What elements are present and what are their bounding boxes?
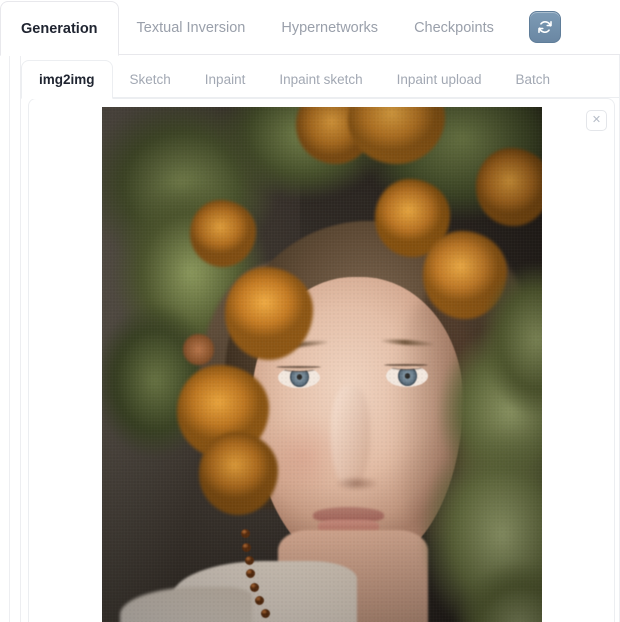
nose: [330, 385, 371, 489]
portrait-photo: [102, 107, 542, 622]
necklace-bead: [261, 608, 271, 618]
eye-left: [278, 366, 320, 389]
image-drop-panel[interactable]: [28, 98, 615, 622]
refresh-button[interactable]: [529, 11, 561, 43]
necklace-bead: [245, 555, 254, 565]
refresh-icon: [536, 18, 554, 36]
close-icon: ✕: [591, 114, 602, 126]
flower-right-3: [476, 148, 542, 226]
img2img-app: Generation Textual Inversion Hypernetwor…: [0, 0, 620, 622]
tab-checkpoints[interactable]: Checkpoints: [396, 1, 512, 55]
sub-tab-bar: img2img Sketch Inpaint Inpaint sketch In…: [21, 60, 620, 99]
eye-right: [385, 365, 428, 387]
top-tab-bar: Generation Textual Inversion Hypernetwor…: [0, 0, 620, 56]
necklace-bead: [241, 542, 251, 552]
subtab-inpaint-upload[interactable]: Inpaint upload: [380, 60, 499, 98]
subtab-inpaint[interactable]: Inpaint: [188, 60, 263, 98]
tab-textual-inversion[interactable]: Textual Inversion: [119, 1, 264, 55]
subtab-batch[interactable]: Batch: [498, 60, 567, 98]
preview-image[interactable]: [102, 107, 542, 622]
subtab-img2img[interactable]: img2img: [21, 60, 113, 99]
flower-left-lower-2: [198, 432, 278, 515]
tab-hypernetworks[interactable]: Hypernetworks: [263, 1, 396, 55]
necklace-bead: [249, 582, 259, 592]
subtab-sketch[interactable]: Sketch: [113, 60, 188, 98]
close-image-button[interactable]: ✕: [586, 110, 607, 131]
tab-generation[interactable]: Generation: [0, 1, 119, 56]
flower-bud-left: [183, 334, 215, 365]
subtab-inpaint-sketch[interactable]: Inpaint sketch: [262, 60, 379, 98]
